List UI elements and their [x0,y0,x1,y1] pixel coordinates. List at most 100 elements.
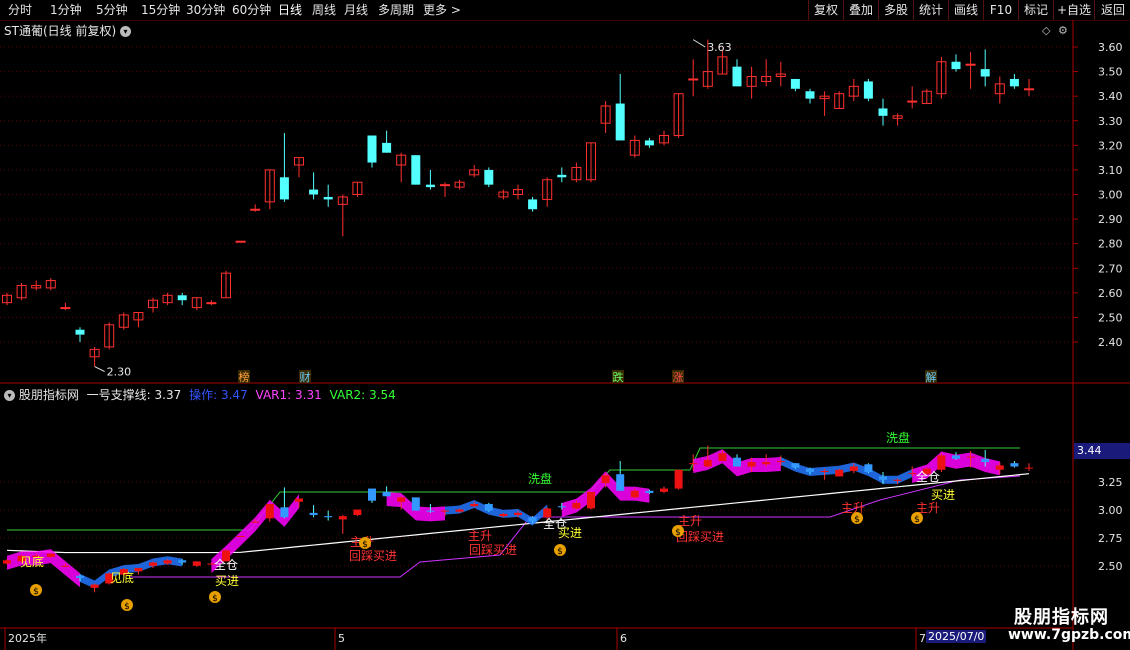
time-axis-label: 6 [620,632,627,645]
ind-candle-body [514,512,522,516]
settings-icon: ⚙ [1058,24,1068,37]
signal-zhusheng-3: 主升 [678,514,702,528]
watermark: 股朋指标网 www.7gpzb.com [1000,601,1130,650]
ind-candle-body [338,516,347,520]
price-tick-label: 2.50 [1098,311,1123,324]
money-bag-symbol: $ [33,587,39,597]
low-annotation-line [94,366,105,372]
candle-body [367,135,377,163]
candle-body [732,66,742,87]
ind-candle-body [616,474,625,491]
ind-candle-body [3,560,11,564]
money-bag-symbol: $ [212,594,218,604]
money-bag-symbol: $ [854,515,860,525]
signal-mairu-3: 买进 [931,488,955,502]
ind-candle-body [236,536,245,538]
high-price-label: 3.63 [707,41,732,54]
signal-jiandi: 见底 [20,554,44,569]
candle-body [206,302,217,305]
ind-candle-body [966,456,975,458]
candle-body [235,240,246,243]
ind-candle-body [1010,463,1019,467]
ind-candle-body [1025,467,1033,469]
ind-candle-body [835,469,844,477]
low-price-label: 2.30 [107,366,132,379]
signal-jiandi-2: 见底 [110,570,134,585]
ind-candle-body [557,506,566,508]
ind-candle-body [733,457,741,467]
ind-candle-body [441,510,449,512]
ind-candle-body [645,490,654,493]
candle-body [557,174,567,178]
indicator-tick-label: 3.00 [1098,504,1123,517]
ind-candle-body [61,565,70,567]
ind-candle-body [484,504,493,511]
ind-candle-body [543,508,552,518]
ind-candle-body [178,560,187,563]
ind-candle-body [382,491,391,497]
candle-body [484,169,494,185]
line1-value: 3.37 [154,388,182,402]
ind-candle-body [689,463,698,465]
high-annotation-line [692,39,706,48]
ind-candle-body [864,464,873,473]
ind-candle-body [762,462,771,465]
price-tick-label: 2.40 [1098,336,1123,349]
ind-candle-body [703,459,712,467]
indicator-chevron-icon[interactable]: ▾ [4,390,15,401]
var2-line [7,447,1020,531]
candle-body [907,100,918,103]
candle-body [411,155,421,185]
price-tick-label: 3.30 [1098,115,1123,128]
event-marker-2: 跌 [613,370,624,384]
signal-xipan-2: 洗盘 [886,430,910,445]
signal-quancang: 全仓 [214,557,238,572]
candle-body [279,177,289,200]
signal-quancang-3: 全仓 [916,469,940,484]
ind-candle-body [952,455,960,459]
watermark-title: 股朋指标网 [1014,607,1109,628]
kline-chart[interactable]: 3.60 3.50 3.40 3.30 3.20 3.10 3.00 2.90 2.80 2.70… [0,0,1130,650]
candle-body [440,184,450,187]
event-marker-0: 榜 [239,370,250,384]
ind-candle-body [134,567,143,572]
money-bag-symbol: $ [362,540,368,550]
price-tick-label: 3.50 [1098,66,1123,79]
candle-body [965,63,976,66]
candle-body [75,329,85,335]
ind-candle-body [849,466,858,471]
ind-candle-body [660,488,668,492]
ind-candle-body [76,575,84,578]
var2-value: 3.54 [369,388,396,402]
price-tick-label: 2.90 [1098,213,1123,226]
candle-body [790,78,800,89]
candle-body [951,61,961,70]
ind-candle-body [397,497,406,502]
ind-candle-body [499,513,508,517]
candle-body [323,196,333,200]
signal-mairu-2: 买进 [558,526,582,540]
signal-mairu: 买进 [215,574,239,588]
ind-candle-body [995,465,1004,470]
ind-candle-body [280,507,289,518]
signal-xipan: 洗盘 [528,471,552,486]
ind-candle-body [470,504,479,507]
indicator-legend: ▾ 股朋指标网 一号支撑线: 3.37 操作: 3.47 VAR1: 3.31 … [4,386,396,403]
ind-candle-body [324,516,333,518]
indicator-name: 股朋指标网 [18,388,79,402]
ind-candle-body [192,561,201,566]
indicator-tick-label: 3.25 [1098,476,1123,489]
price-tick-label: 3.40 [1098,90,1123,103]
ind-candle-body [426,510,435,512]
candle-body [644,140,654,146]
money-bag-symbol: $ [914,515,920,525]
current-price-tag: 3.44 [1074,443,1130,459]
op-label: 操作: [189,388,218,402]
var1-label: VAR1: [255,388,292,402]
ind-candle-body [455,509,464,512]
ind-candle-body [149,562,157,566]
ind-candle-body [295,498,303,502]
time-axis-label: 7 [919,632,926,645]
candle-body [60,307,71,310]
ind-candle-body [90,584,99,588]
